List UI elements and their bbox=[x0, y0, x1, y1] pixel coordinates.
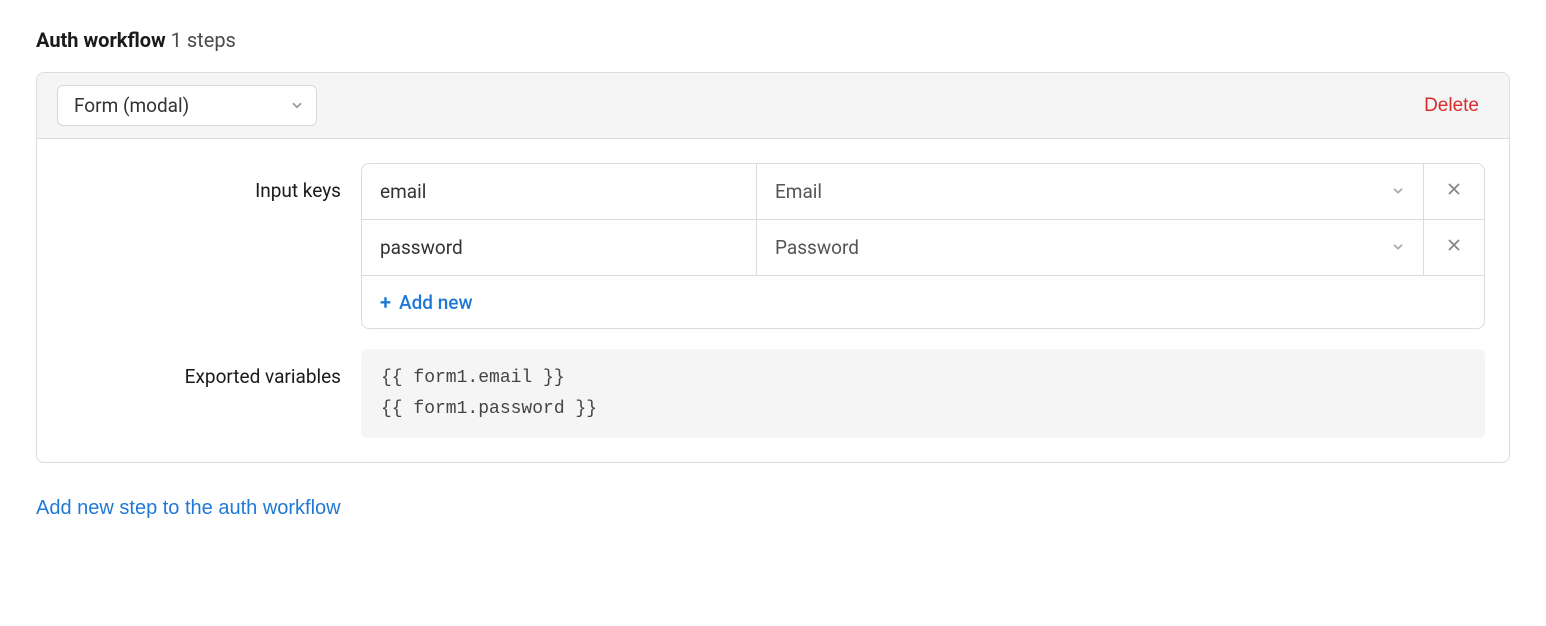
step-body: Input keys email Email bbox=[37, 139, 1509, 462]
delete-step-button[interactable]: Delete bbox=[1414, 89, 1489, 123]
step-header: Form (modal) Delete bbox=[37, 73, 1509, 139]
section-title-name: Auth workflow bbox=[36, 28, 166, 52]
input-keys-label: Input keys bbox=[61, 163, 361, 202]
input-key-type-select[interactable]: Email bbox=[757, 164, 1424, 219]
add-input-key-label: Add new bbox=[399, 291, 473, 314]
add-input-key-row: + Add new bbox=[362, 276, 1484, 328]
close-icon bbox=[1445, 180, 1463, 203]
section-title-count: 1 steps bbox=[171, 28, 236, 52]
input-key-name[interactable]: email bbox=[362, 164, 757, 219]
remove-input-key-button[interactable] bbox=[1424, 164, 1484, 219]
chevron-down-icon bbox=[290, 94, 304, 117]
input-key-name[interactable]: password bbox=[362, 220, 757, 275]
section-title: Auth workflow 1 steps bbox=[36, 28, 1510, 52]
exported-vars-control: {{ form1.email }} {{ form1.password }} bbox=[361, 349, 1485, 438]
input-key-row: email Email bbox=[362, 164, 1484, 220]
remove-input-key-button[interactable] bbox=[1424, 220, 1484, 275]
input-key-row: password Password bbox=[362, 220, 1484, 276]
exported-vars-label: Exported variables bbox=[61, 349, 361, 388]
input-keys-row: Input keys email Email bbox=[61, 163, 1485, 329]
chevron-down-icon bbox=[1391, 180, 1405, 203]
step-type-select[interactable]: Form (modal) bbox=[57, 85, 317, 126]
plus-icon: + bbox=[380, 290, 391, 314]
close-icon bbox=[1445, 236, 1463, 259]
chevron-down-icon bbox=[1391, 236, 1405, 259]
input-keys-table: email Email bbox=[361, 163, 1485, 329]
add-step-button[interactable]: Add new step to the auth workflow bbox=[36, 497, 341, 520]
step-type-label: Form (modal) bbox=[74, 94, 189, 117]
input-key-type-label: Email bbox=[775, 180, 822, 203]
input-key-type-label: Password bbox=[775, 236, 859, 259]
exported-vars-code: {{ form1.email }} {{ form1.password }} bbox=[361, 349, 1485, 438]
workflow-step-card: Form (modal) Delete Input keys email Ema… bbox=[36, 72, 1510, 463]
add-input-key-button[interactable]: + Add new bbox=[362, 276, 491, 328]
exported-vars-row: Exported variables {{ form1.email }} {{ … bbox=[61, 349, 1485, 438]
input-key-type-select[interactable]: Password bbox=[757, 220, 1424, 275]
input-keys-control: email Email bbox=[361, 163, 1485, 329]
